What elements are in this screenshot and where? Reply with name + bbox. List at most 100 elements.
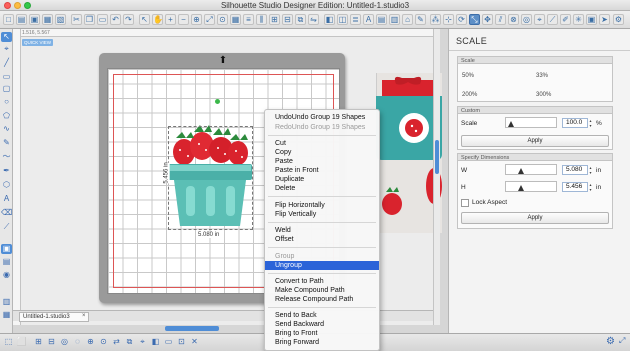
- ellipse-tool-icon[interactable]: ○: [1, 97, 12, 107]
- menu-item-ungroup[interactable]: Ungroup: [275, 261, 379, 270]
- offset-icon[interactable]: ◎: [521, 14, 532, 25]
- duplicate-icon[interactable]: ⧉: [295, 14, 306, 25]
- menu-item-send-backward[interactable]: Send Backward: [275, 320, 379, 329]
- redo-icon[interactable]: ↷: [123, 14, 134, 25]
- vertical-scrollbar[interactable]: [433, 29, 440, 325]
- shear-icon[interactable]: ⫽: [495, 14, 506, 25]
- menu-item-paste[interactable]: Paste: [275, 157, 379, 166]
- ungroup-bottom-icon[interactable]: ⊟: [46, 336, 57, 347]
- gear-icon[interactable]: ⚙: [606, 336, 615, 347]
- group-icon[interactable]: ⊞: [269, 14, 280, 25]
- zoom-out-icon[interactable]: −: [178, 14, 189, 25]
- point-edit-icon[interactable]: ✳: [573, 14, 584, 25]
- width-slider[interactable]: [505, 164, 557, 175]
- menu-item-copy[interactable]: Copy: [275, 148, 379, 157]
- pixscan-icon[interactable]: ▣: [586, 14, 597, 25]
- custom-scale-stepper[interactable]: ▴ ▾: [588, 118, 593, 128]
- deselect-icon[interactable]: ⬜: [16, 336, 27, 347]
- transform-icon[interactable]: ⊹: [443, 14, 454, 25]
- flip-icon[interactable]: ⇄: [111, 336, 122, 347]
- menu-item-duplicate[interactable]: Duplicate: [275, 175, 379, 184]
- zoom-page-icon[interactable]: ⊙: [217, 14, 228, 25]
- scale-icon[interactable]: ⤡: [469, 14, 480, 25]
- mirror-icon[interactable]: ⇋: [308, 14, 319, 25]
- zoom-in-icon[interactable]: +: [165, 14, 176, 25]
- align-icon[interactable]: ≡: [243, 14, 254, 25]
- pan-icon[interactable]: ✋: [152, 14, 163, 25]
- scale-200-button[interactable]: 200%: [462, 92, 477, 98]
- cut-icon[interactable]: ✂: [71, 14, 82, 25]
- custom-scale-slider-knob[interactable]: [508, 121, 514, 127]
- release-path-icon[interactable]: ◌: [72, 336, 83, 347]
- menu-item-bring-to-front[interactable]: Bring to Front: [275, 329, 379, 338]
- delete-icon[interactable]: ✕: [189, 336, 200, 347]
- sketch-icon[interactable]: ✐: [560, 14, 571, 25]
- dimensions-apply-button[interactable]: Apply: [461, 212, 609, 224]
- library-view-icon[interactable]: ▤: [1, 257, 12, 267]
- fill-bottom-icon[interactable]: ◧: [150, 336, 161, 347]
- undo-icon[interactable]: ↶: [110, 14, 121, 25]
- menu-item-weld[interactable]: Weld: [275, 226, 379, 235]
- menu-item-cut[interactable]: Cut: [275, 139, 379, 148]
- menu-item-undo[interactable]: UndoUndo Group 19 Shapes: [275, 113, 379, 122]
- copy-icon[interactable]: ❐: [84, 14, 95, 25]
- trace-bottom-icon[interactable]: ⌖: [137, 336, 148, 347]
- text-style-icon[interactable]: A: [363, 14, 374, 25]
- open-file-icon[interactable]: ▤: [16, 14, 27, 25]
- custom-scale-input[interactable]: 100.0: [562, 118, 588, 128]
- height-input[interactable]: 5.456: [562, 182, 588, 192]
- close-tab-icon[interactable]: ×: [82, 313, 86, 319]
- line-style-icon[interactable]: ≣: [350, 14, 361, 25]
- height-slider-knob[interactable]: [518, 185, 524, 191]
- zoom-box-icon[interactable]: ⊕: [191, 14, 202, 25]
- offset-bottom-icon[interactable]: ⊙: [98, 336, 109, 347]
- horizontal-scroll-thumb[interactable]: [165, 326, 219, 331]
- freehand-tool-icon[interactable]: ✎: [1, 138, 12, 148]
- menu-item-flip-horizontally[interactable]: Flip Horizontally: [275, 201, 379, 210]
- select-tool-icon[interactable]: ↖: [1, 32, 12, 42]
- knife-icon[interactable]: ⟋: [547, 14, 558, 25]
- scale-300-button[interactable]: 300%: [536, 92, 551, 98]
- save-icon[interactable]: ▣: [29, 14, 40, 25]
- width-slider-knob[interactable]: [518, 168, 524, 174]
- grid-icon[interactable]: ▦: [230, 14, 241, 25]
- quick-view-button[interactable]: QUICK VIEW: [22, 39, 53, 46]
- line-tool-icon[interactable]: ╱: [1, 58, 12, 68]
- scale-33-button[interactable]: 33%: [536, 73, 548, 79]
- trace-icon[interactable]: ⌖: [534, 14, 545, 25]
- arrange-icon[interactable]: ⧉: [124, 336, 135, 347]
- line-color-icon[interactable]: ◫: [337, 14, 348, 25]
- curve-tool-icon[interactable]: ∿: [1, 124, 12, 134]
- rotate-icon[interactable]: ⟳: [456, 14, 467, 25]
- height-stepper[interactable]: ▴ ▾: [588, 182, 593, 192]
- height-slider[interactable]: [505, 181, 557, 192]
- store-view-icon[interactable]: ◉: [1, 270, 12, 280]
- menu-item-bring-forward[interactable]: Bring Forward: [275, 338, 379, 347]
- lock-icon[interactable]: ⊡: [176, 336, 187, 347]
- rounded-rect-tool-icon[interactable]: ▢: [1, 84, 12, 94]
- lock-aspect-checkbox[interactable]: [461, 199, 469, 207]
- move-icon[interactable]: ✥: [482, 14, 493, 25]
- eraser-tool-icon[interactable]: ⌫: [1, 208, 12, 218]
- paste-icon[interactable]: ▭: [97, 14, 108, 25]
- design-view-icon[interactable]: ▣: [1, 244, 12, 254]
- compound-path-icon[interactable]: ◎: [59, 336, 70, 347]
- store-icon[interactable]: ⌂: [402, 14, 413, 25]
- menu-item-flip-vertically[interactable]: Flip Vertically: [275, 210, 379, 219]
- settings-icon[interactable]: ⚙: [613, 14, 624, 25]
- page-setup-icon[interactable]: ▤: [376, 14, 387, 25]
- pen-tool-icon[interactable]: ✒: [1, 166, 12, 176]
- pentagon-tool-icon[interactable]: ⬡: [1, 180, 12, 190]
- polygon-tool-icon[interactable]: ⬠: [1, 111, 12, 121]
- cut-settings-icon[interactable]: ✎: [415, 14, 426, 25]
- panel-toggle-icon[interactable]: ▥: [1, 297, 12, 307]
- smooth-freehand-icon[interactable]: 〜: [1, 152, 12, 162]
- select-all-icon[interactable]: ⬚: [3, 336, 14, 347]
- menu-item-offset[interactable]: Offset: [275, 235, 379, 244]
- menu-item-release-compound-path[interactable]: Release Compound Path: [275, 295, 379, 304]
- line-bottom-icon[interactable]: ▭: [163, 336, 174, 347]
- modify-icon[interactable]: ⊗: [508, 14, 519, 25]
- vertical-scroll-thumb[interactable]: [435, 140, 439, 174]
- custom-apply-button[interactable]: Apply: [461, 135, 609, 147]
- print-icon[interactable]: ▦: [42, 14, 53, 25]
